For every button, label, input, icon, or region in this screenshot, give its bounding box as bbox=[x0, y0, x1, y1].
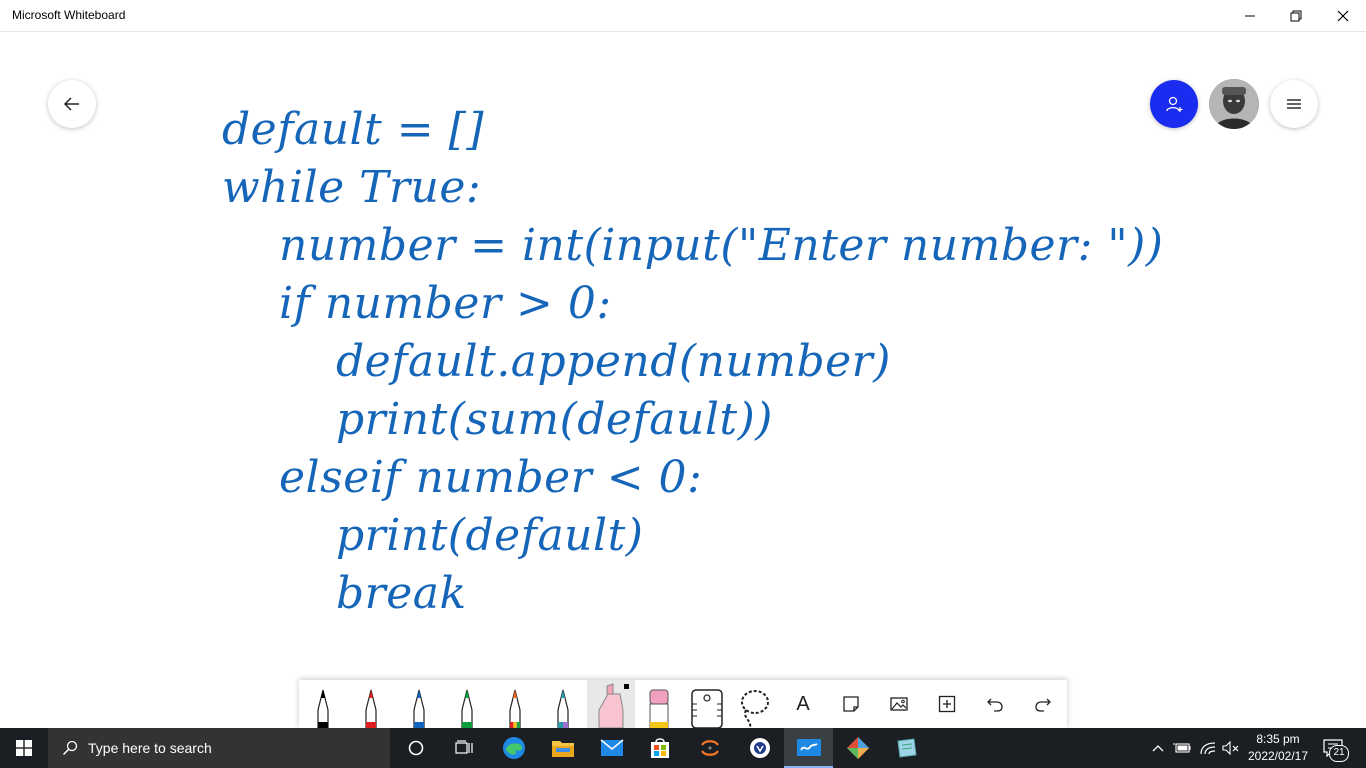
start-button[interactable] bbox=[0, 728, 48, 768]
text-tool[interactable]: A bbox=[779, 680, 827, 728]
clock-time: 8:35 pm bbox=[1256, 732, 1300, 746]
ink-line-4: if number > 0: bbox=[279, 278, 612, 329]
redo-icon bbox=[1035, 698, 1051, 712]
task-view-icon bbox=[455, 740, 473, 754]
cortana-button[interactable] bbox=[392, 728, 440, 768]
sticky-note-icon bbox=[843, 696, 859, 712]
mail-button[interactable] bbox=[588, 728, 636, 768]
redo-button[interactable] bbox=[1019, 680, 1067, 728]
store-bag-icon bbox=[651, 738, 669, 758]
battery-status[interactable] bbox=[1171, 728, 1193, 768]
ink-line-2: while True: bbox=[222, 162, 482, 213]
whiteboard-window: Microsoft Whiteboard default = [] while bbox=[0, 0, 1366, 728]
inking-toolbar: A bbox=[299, 680, 1067, 728]
whiteboard-icon bbox=[797, 739, 821, 756]
note-tool[interactable] bbox=[827, 680, 875, 728]
notes-app-button[interactable] bbox=[882, 728, 930, 768]
galaxy-pen-icon bbox=[557, 689, 569, 728]
windows-taskbar: Type here to search 8:35 pm 2022/02/17 bbox=[0, 728, 1366, 768]
ink-line-6: print(sum(default)) bbox=[336, 394, 773, 445]
ruler-tool[interactable] bbox=[683, 680, 731, 728]
rainbow-pen-tool[interactable] bbox=[491, 680, 539, 728]
notepad-icon bbox=[897, 738, 917, 758]
git-diamond-icon bbox=[847, 737, 869, 759]
ink-line-8: print(default) bbox=[336, 510, 644, 561]
jupyter-button[interactable] bbox=[686, 728, 734, 768]
volume-muted-icon bbox=[1222, 741, 1239, 755]
paint-app-button[interactable] bbox=[736, 728, 784, 768]
app-badge-icon bbox=[750, 738, 770, 758]
image-icon bbox=[890, 697, 908, 711]
text-tool-label: A bbox=[796, 692, 810, 715]
insert-tool[interactable] bbox=[923, 680, 971, 728]
ink-line-7: elseif number < 0: bbox=[279, 452, 703, 503]
undo-button[interactable] bbox=[971, 680, 1019, 728]
chevron-up-icon bbox=[1152, 745, 1164, 752]
store-button[interactable] bbox=[636, 728, 684, 768]
mail-icon bbox=[600, 739, 624, 756]
search-icon bbox=[62, 740, 78, 756]
ink-line-5: default.append(number) bbox=[336, 336, 891, 387]
folder-icon bbox=[552, 741, 574, 757]
eraser-tool[interactable] bbox=[635, 680, 683, 728]
lasso-icon bbox=[741, 690, 769, 728]
lasso-tool[interactable] bbox=[731, 680, 779, 728]
battery-icon bbox=[1173, 743, 1191, 753]
image-tool[interactable] bbox=[875, 680, 923, 728]
git-app-button[interactable] bbox=[834, 728, 882, 768]
galaxy-pen-tool[interactable] bbox=[539, 680, 587, 728]
edge-browser-icon bbox=[503, 737, 525, 759]
blue-pen-tool[interactable] bbox=[395, 680, 443, 728]
add-box-icon bbox=[938, 695, 956, 713]
cortana-circle-icon bbox=[408, 740, 424, 756]
whiteboard-canvas[interactable]: default = [] while True: number = int(in… bbox=[0, 0, 1366, 680]
undo-icon bbox=[987, 698, 1003, 712]
jupyter-icon bbox=[701, 740, 719, 756]
system-clock[interactable]: 8:35 pm 2022/02/17 bbox=[1244, 731, 1312, 765]
volume-status[interactable] bbox=[1220, 728, 1242, 768]
rainbow-pen-icon bbox=[509, 689, 521, 728]
file-explorer-button[interactable] bbox=[539, 728, 587, 768]
highlighter-tool[interactable] bbox=[587, 680, 635, 728]
task-view-button[interactable] bbox=[440, 728, 488, 768]
ruler-icon bbox=[691, 689, 723, 728]
search-placeholder: Type here to search bbox=[88, 740, 212, 756]
taskbar-search-box[interactable]: Type here to search bbox=[48, 728, 390, 768]
show-hidden-icons-button[interactable] bbox=[1148, 728, 1168, 768]
whiteboard-taskbar-button[interactable] bbox=[784, 728, 833, 768]
green-pen-tool[interactable] bbox=[443, 680, 491, 728]
blue-pen-icon bbox=[413, 689, 425, 728]
clock-date: 2022/02/17 bbox=[1247, 749, 1309, 763]
wifi-icon bbox=[1200, 742, 1216, 755]
ink-line-3: number = int(input("Enter number: ")) bbox=[279, 220, 1164, 271]
ink-line-9: break bbox=[336, 568, 467, 619]
windows-logo-icon bbox=[16, 740, 32, 756]
red-pen-tool[interactable] bbox=[347, 680, 395, 728]
edge-taskbar-button[interactable] bbox=[490, 728, 538, 768]
green-pen-icon bbox=[461, 689, 473, 728]
network-status[interactable] bbox=[1197, 728, 1219, 768]
ink-line-1: default = [] bbox=[222, 104, 484, 155]
eraser-icon bbox=[649, 689, 669, 728]
black-pen-icon bbox=[317, 689, 329, 728]
notification-count-badge: 21 bbox=[1329, 745, 1349, 762]
black-pen-tool[interactable] bbox=[299, 680, 347, 728]
red-pen-icon bbox=[365, 689, 377, 728]
highlighter-icon bbox=[598, 683, 629, 728]
